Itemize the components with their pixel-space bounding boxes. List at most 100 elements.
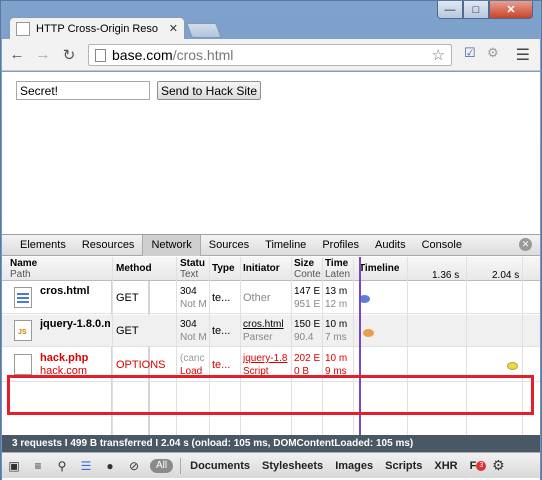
latency-header-label: Laten <box>325 269 351 280</box>
reload-icon[interactable]: ↻ <box>58 46 80 64</box>
error-badge-icon[interactable]: 3 <box>476 460 487 471</box>
path-header-label: Path <box>10 269 31 280</box>
request-row-jquery[interactable]: jquery-1.8.0.m GET 304 Not M te... cros.h… <box>2 315 540 347</box>
status-text: Not M <box>180 299 207 310</box>
request-method: GET <box>116 292 139 304</box>
method-header[interactable]: Method <box>116 263 174 274</box>
filter-all[interactable]: All <box>150 458 174 473</box>
request-time: 10 m 7 ms <box>325 318 353 344</box>
timeline-header[interactable]: Timeline <box>359 263 419 274</box>
close-devtools-icon[interactable]: ✕ <box>519 238 532 251</box>
js-file-icon <box>14 320 32 341</box>
status-code: 304 <box>180 286 197 297</box>
filter-documents[interactable]: Documents <box>184 460 256 472</box>
initiator-link[interactable]: cros.html <box>243 319 284 330</box>
close-tab-icon[interactable]: ✕ <box>169 22 178 35</box>
filter-fonts[interactable]: F <box>464 460 477 472</box>
page-favicon-icon <box>16 21 30 36</box>
name-header[interactable]: Name Path <box>10 258 110 280</box>
request-type: te... <box>212 292 231 304</box>
filter-scripts[interactable]: Scripts <box>379 460 428 472</box>
browser-tab[interactable]: HTTP Cross-Origin Reso ✕ <box>9 17 185 39</box>
time-value: 10 m <box>325 353 348 364</box>
request-row-cros[interactable]: cros.html GET 304 Not M te... Other 147 E… <box>2 282 540 314</box>
tab-network[interactable]: Network <box>142 234 201 256</box>
filter-xhr[interactable]: XHR <box>428 460 463 472</box>
status-text: Not M <box>180 332 207 343</box>
extension-icon[interactable]: ☑ <box>464 45 476 61</box>
tab-timeline[interactable]: Timeline <box>257 235 314 256</box>
request-type: te... <box>212 325 231 337</box>
filter-images[interactable]: Images <box>329 460 379 472</box>
time-header-label: Time <box>325 258 349 269</box>
latency-value: 7 ms <box>325 332 347 343</box>
settings-gear-icon[interactable]: ⚙ <box>486 457 510 474</box>
close-window-icon[interactable]: ✕ <box>489 1 533 19</box>
tab-profiles[interactable]: Profiles <box>314 235 367 256</box>
name-header-label: Name <box>10 258 38 269</box>
record-icon[interactable]: ● <box>98 459 122 473</box>
new-tab-button[interactable] <box>186 23 222 38</box>
network-grid: Name Path Method Statu Text Type Initiator… <box>2 257 540 435</box>
initiator-link[interactable]: jquery-1.8 <box>243 353 287 364</box>
url-host: base.com <box>112 47 173 63</box>
type-header[interactable]: Type <box>212 263 240 274</box>
menu-icon[interactable]: ☰ <box>516 45 530 65</box>
size-header[interactable]: Size Conte <box>294 258 322 280</box>
status-text-header-label: Text <box>180 269 199 280</box>
tab-sources[interactable]: Sources <box>201 235 257 256</box>
devtools-tabs: Elements Resources Network Sources Timel… <box>2 234 540 256</box>
page-content: Send to Hack Site <box>2 72 540 234</box>
grid-header: Name Path Method Statu Text Type Initiator… <box>2 257 540 281</box>
send-to-hack-site-button[interactable]: Send to Hack Site <box>157 81 261 100</box>
time-header[interactable]: Time Laten <box>325 258 353 280</box>
tab-console[interactable]: Console <box>414 235 470 256</box>
search-icon[interactable]: ⚲ <box>50 459 74 473</box>
request-initiator: cros.html Parser <box>243 318 291 344</box>
devtools-bottom-bar: ▣ ≡ ⚲ ☰ ● ⊘ All Documents Stylesheets Im… <box>2 452 540 478</box>
dock-icon[interactable]: ▣ <box>2 459 26 473</box>
request-type: te... <box>212 359 231 371</box>
tab-elements[interactable]: Elements <box>12 235 74 256</box>
secret-input[interactable] <box>16 81 150 100</box>
request-status: 304 Not M <box>180 318 208 344</box>
initiator-type: Parser <box>243 332 273 343</box>
status-header[interactable]: Statu Text <box>180 258 208 280</box>
request-initiator: Other <box>243 292 271 304</box>
tab-title: HTTP Cross-Origin Reso <box>36 22 159 35</box>
browser-window: — □ ✕ HTTP Cross-Origin Reso ✕ ← → ↻ bas… <box>0 0 542 480</box>
url-path: /cros.html <box>172 47 234 63</box>
network-summary: 3 requests I 499 B transferred I 2.04 s … <box>2 435 540 452</box>
size-value: 202 E <box>294 353 321 364</box>
bookmark-star-icon[interactable]: ☆ <box>432 46 445 64</box>
tab-audits[interactable]: Audits <box>367 235 414 256</box>
size-header-label: Size <box>294 258 315 269</box>
translate-extension-icon[interactable]: ⚙ <box>487 45 499 61</box>
devtools-panel: Elements Resources Network Sources Timel… <box>2 234 540 480</box>
tab-strip: HTTP Cross-Origin Reso ✕ <box>9 17 222 39</box>
clear-icon[interactable]: ⊘ <box>122 459 146 473</box>
tab-resources[interactable]: Resources <box>74 235 143 256</box>
list-view-icon[interactable]: ☰ <box>74 459 98 473</box>
status-code: 304 <box>180 319 197 330</box>
request-size: 150 E 90.4 <box>294 318 322 344</box>
latency-value: 12 m <box>325 299 348 310</box>
window-controls: — □ ✕ <box>437 1 533 19</box>
timeline-tick-2: 2.04 s <box>492 270 520 281</box>
request-name: jquery-1.8.0.m <box>40 318 110 330</box>
content-value: 90.4 <box>294 332 314 343</box>
browser-toolbar: ← → ↻ base.com/cros.html ☆ ☑ ⚙ ☰ <box>2 39 540 71</box>
console-drawer-icon[interactable]: ≡ <box>26 459 50 473</box>
size-value: 147 E <box>294 286 321 297</box>
maximize-icon[interactable]: □ <box>463 1 489 19</box>
request-method: OPTIONS <box>116 359 166 371</box>
minimize-icon[interactable]: — <box>437 1 463 19</box>
filter-stylesheets[interactable]: Stylesheets <box>256 460 329 472</box>
forward-icon[interactable]: → <box>32 46 54 63</box>
back-icon[interactable]: ← <box>6 46 28 63</box>
address-bar[interactable]: base.com/cros.html ☆ <box>88 44 452 66</box>
request-name: cros.html <box>40 285 90 297</box>
request-size: 147 E 951 E <box>294 285 322 311</box>
timeline-tick-1: 1.36 s <box>432 270 460 281</box>
initiator-header[interactable]: Initiator <box>243 263 291 274</box>
